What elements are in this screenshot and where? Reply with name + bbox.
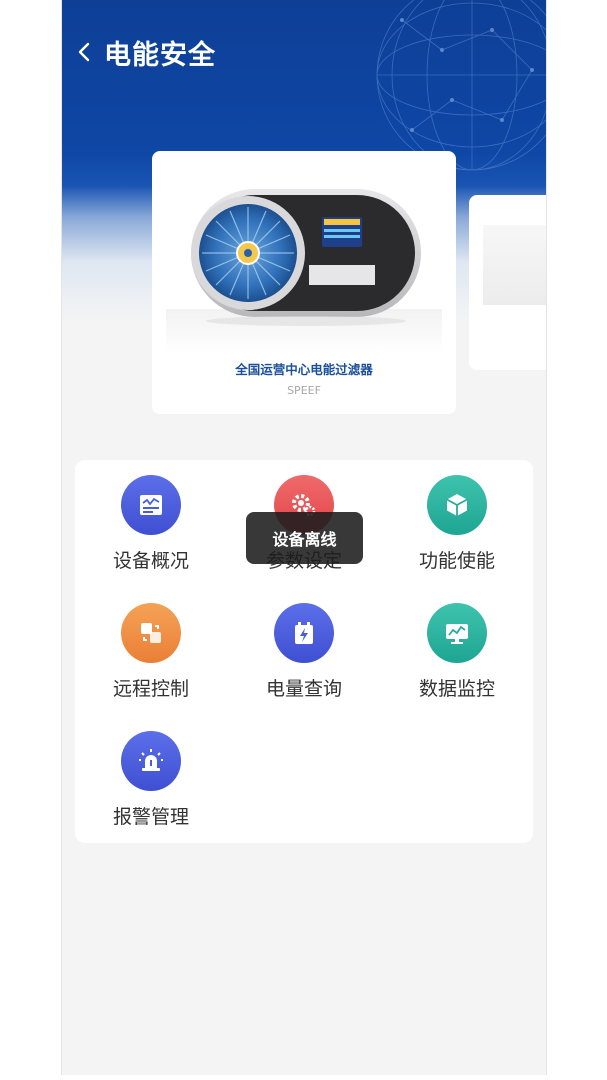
device-offline-toast: 设备离线 <box>246 512 363 564</box>
monitor-chart-icon <box>427 603 487 663</box>
menu-item-label: 数据监控 <box>418 678 495 700</box>
menu-item-alarm-management[interactable]: 报警管理 <box>75 716 227 836</box>
menu-item-label: 设备概况 <box>112 550 189 572</box>
remote-control-icon <box>121 603 181 663</box>
menu-item-function-enable[interactable]: 功能使能 <box>381 460 533 580</box>
menu-item-power-query[interactable]: 电量查询 <box>228 588 380 708</box>
menu-item-label: 电量查询 <box>265 678 342 700</box>
product-card[interactable]: 全国运营中心电能过滤器 SPEEF <box>152 151 456 414</box>
battery-charge-icon <box>274 603 334 663</box>
app-screen: 电能安全 全国运营中心电能过滤器 SPEEF 设备概况 功能使能 远程控制 电量… <box>61 0 547 1075</box>
navigation-bar: 电能安全 <box>62 28 546 76</box>
cube-icon <box>427 475 487 535</box>
menu-item-label: 报警管理 <box>112 806 189 828</box>
chevron-left-icon <box>78 42 90 62</box>
next-product-card[interactable] <box>469 195 546 370</box>
alarm-light-icon <box>121 731 181 791</box>
power-filter-device-image <box>166 189 442 354</box>
menu-item-data-monitoring[interactable]: 数据监控 <box>381 588 533 708</box>
menu-item-label: 远程控制 <box>112 678 189 700</box>
menu-item-device-overview[interactable]: 设备概况 <box>75 460 227 580</box>
device-overview-icon <box>121 475 181 535</box>
next-product-image <box>483 225 546 305</box>
menu-item-label: 功能使能 <box>418 550 495 572</box>
page-title: 电能安全 <box>104 39 216 71</box>
product-title: 全国运营中心电能过滤器 <box>235 362 373 377</box>
menu-item-remote-control[interactable]: 远程控制 <box>75 588 227 708</box>
back-button[interactable] <box>64 28 104 76</box>
product-subtitle: SPEEF <box>287 384 321 397</box>
